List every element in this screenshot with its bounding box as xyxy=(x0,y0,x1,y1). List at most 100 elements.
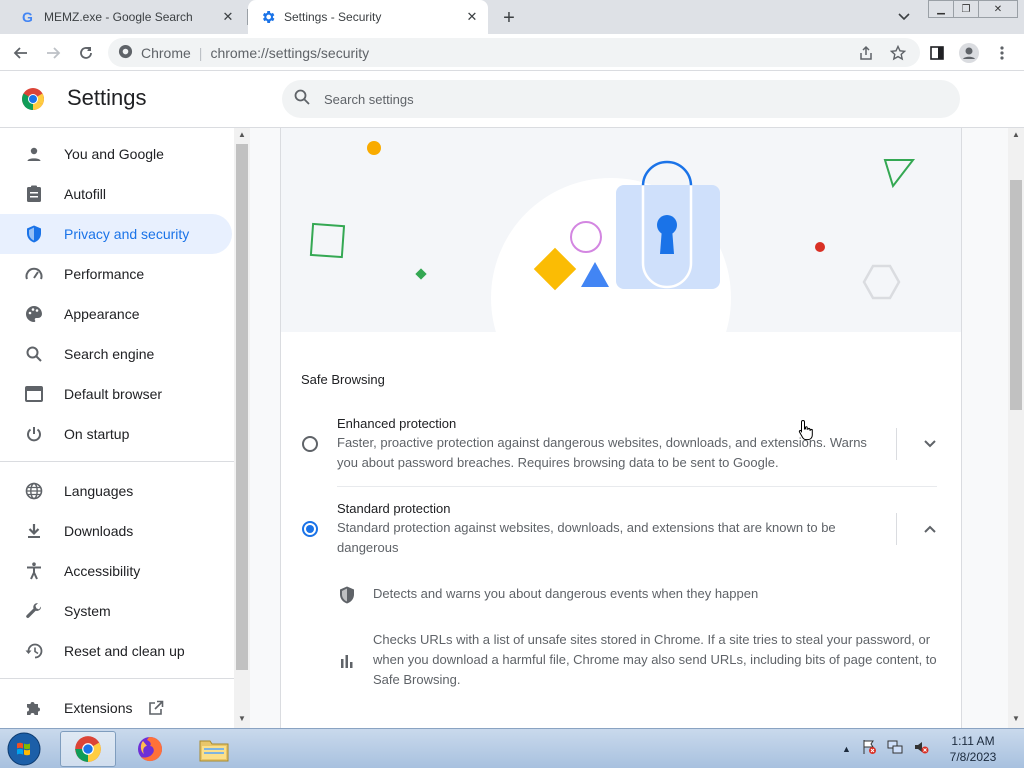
bookmark-star-icon[interactable] xyxy=(885,40,911,66)
scroll-up-arrow-icon[interactable]: ▲ xyxy=(238,130,246,139)
tab-settings-security[interactable]: Settings - Security ✕ xyxy=(248,0,488,34)
option-separator xyxy=(337,486,937,487)
volume-muted-icon[interactable] xyxy=(913,739,929,760)
side-panel-icon[interactable] xyxy=(924,40,950,66)
sidebar-item-label: You and Google xyxy=(64,146,164,162)
close-window-button[interactable]: ✕ xyxy=(978,0,1018,18)
sidebar-item-label: Privacy and security xyxy=(64,226,190,242)
sidebar-item-label: Default browser xyxy=(64,386,163,402)
new-tab-button[interactable]: + xyxy=(496,5,522,31)
address-bar[interactable]: Chrome | chrome://settings/security xyxy=(108,38,920,67)
shield-icon xyxy=(24,224,44,244)
power-icon xyxy=(24,424,44,444)
option-title: Standard protection xyxy=(337,501,451,516)
url-text[interactable]: chrome://settings/security xyxy=(210,45,369,61)
windows-taskbar: ▲ 1:11 AM 7/8/2023 xyxy=(0,728,1024,768)
sidebar-item-on-startup[interactable]: On startup xyxy=(0,414,232,454)
radio-standard-protection[interactable] xyxy=(302,521,318,537)
speedometer-icon xyxy=(24,264,44,284)
scroll-up-arrow-icon[interactable]: ▲ xyxy=(1012,130,1020,139)
sidebar-item-label: Downloads xyxy=(64,523,134,539)
option-title: Enhanced protection xyxy=(337,416,457,431)
detail-text: Detects and warns you about dangerous ev… xyxy=(373,586,759,601)
hand-cursor-icon xyxy=(798,419,816,446)
back-arrow-icon[interactable] xyxy=(8,40,34,66)
history-icon xyxy=(24,641,44,661)
tab-google-search[interactable]: G MEMZ.exe - Google Search ✕ xyxy=(8,0,248,34)
sidebar-item-label: On startup xyxy=(64,426,130,442)
minimize-button[interactable]: ▁ xyxy=(928,0,954,18)
sidebar-item-reset-and-clean-up[interactable]: Reset and clean up xyxy=(0,631,232,671)
main-scroll-thumb[interactable] xyxy=(1010,180,1022,410)
option-description: Faster, proactive protection against dan… xyxy=(337,435,867,470)
taskbar-firefox-icon[interactable] xyxy=(122,731,178,767)
forward-arrow-icon[interactable] xyxy=(40,40,66,66)
tab-search-chevron-icon[interactable] xyxy=(892,6,916,28)
chrome-logo-icon xyxy=(21,87,45,111)
sidebar-item-downloads[interactable]: Downloads xyxy=(0,511,232,551)
tab-title: Settings - Security xyxy=(284,10,382,24)
sidebar-item-accessibility[interactable]: Accessibility xyxy=(0,551,232,591)
sidebar-item-system[interactable]: System xyxy=(0,591,232,631)
action-center-flag-icon[interactable] xyxy=(861,739,877,760)
reload-icon[interactable] xyxy=(73,40,99,66)
security-illustration xyxy=(281,128,961,332)
collapse-chevron-up-icon[interactable] xyxy=(915,514,945,544)
download-icon xyxy=(24,521,44,541)
open-in-new-icon xyxy=(148,700,164,716)
security-card: Safe Browsing Enhanced protection Faster… xyxy=(280,128,962,728)
bar-chart-icon xyxy=(337,651,357,671)
sidebar-item-extensions[interactable]: Extensions xyxy=(0,688,232,728)
chrome-site-icon xyxy=(118,44,133,62)
search-settings-box[interactable] xyxy=(282,80,960,118)
sidebar-item-appearance[interactable]: Appearance xyxy=(0,294,232,334)
sidebar-item-default-browser[interactable]: Default browser xyxy=(0,374,232,414)
palette-icon xyxy=(24,304,44,324)
sidebar-item-search-engine[interactable]: Search engine xyxy=(0,334,232,374)
clock-time: 1:11 AM xyxy=(951,734,995,748)
radio-enhanced-protection[interactable] xyxy=(302,436,318,452)
svg-text:G: G xyxy=(22,9,33,25)
browser-window-icon xyxy=(24,384,44,404)
site-label: Chrome xyxy=(141,44,191,61)
puzzle-icon xyxy=(24,698,44,718)
close-tab-icon[interactable]: ✕ xyxy=(462,7,482,27)
sidebar-item-label: Search engine xyxy=(64,346,155,362)
page-title: Settings xyxy=(67,85,147,110)
url-separator: | xyxy=(198,44,203,61)
sidebar-item-label: Appearance xyxy=(64,306,140,322)
scroll-down-arrow-icon[interactable]: ▼ xyxy=(1012,714,1020,723)
sidebar-divider xyxy=(0,678,234,679)
network-icon[interactable] xyxy=(887,739,903,760)
sidebar-item-performance[interactable]: Performance xyxy=(0,254,232,294)
sidebar-item-autofill[interactable]: Autofill xyxy=(0,174,232,214)
search-icon xyxy=(24,344,44,364)
taskbar-clock[interactable]: 1:11 AM 7/8/2023 xyxy=(940,733,1006,765)
accessibility-icon xyxy=(24,561,44,581)
sidebar-scrollbar[interactable]: ▲ ▼ xyxy=(234,128,250,728)
search-settings-input[interactable] xyxy=(324,91,924,107)
person-icon xyxy=(24,144,44,164)
taskbar-file-explorer-icon[interactable] xyxy=(186,731,242,767)
more-menu-icon[interactable] xyxy=(989,40,1015,66)
restore-button[interactable]: ❐ xyxy=(953,0,979,18)
tab-strip: G MEMZ.exe - Google Search ✕ Settings - … xyxy=(0,0,1024,34)
vertical-separator xyxy=(896,513,897,545)
sidebar-item-you-and-google[interactable]: You and Google xyxy=(0,134,232,174)
scroll-down-arrow-icon[interactable]: ▼ xyxy=(238,714,246,723)
main-scrollbar[interactable]: ▲ ▼ xyxy=(1008,128,1024,728)
clock-date: 7/8/2023 xyxy=(949,750,997,764)
start-button[interactable] xyxy=(4,731,44,767)
sidebar-item-privacy-and-security[interactable]: Privacy and security xyxy=(0,214,232,254)
browser-toolbar: Chrome | chrome://settings/security xyxy=(0,34,1024,71)
profile-avatar-icon[interactable] xyxy=(956,40,982,66)
sidebar-item-label: Autofill xyxy=(64,186,107,202)
taskbar-chrome-icon[interactable] xyxy=(60,731,116,767)
sidebar-scroll-thumb[interactable] xyxy=(236,144,248,670)
option-description: Standard protection against websites, do… xyxy=(337,520,836,555)
expand-chevron-down-icon[interactable] xyxy=(915,429,945,459)
close-tab-icon[interactable]: ✕ xyxy=(218,7,238,27)
show-hidden-icons-arrow-icon[interactable]: ▲ xyxy=(842,744,851,754)
sidebar-item-languages[interactable]: Languages xyxy=(0,471,232,511)
share-icon[interactable] xyxy=(853,40,879,66)
